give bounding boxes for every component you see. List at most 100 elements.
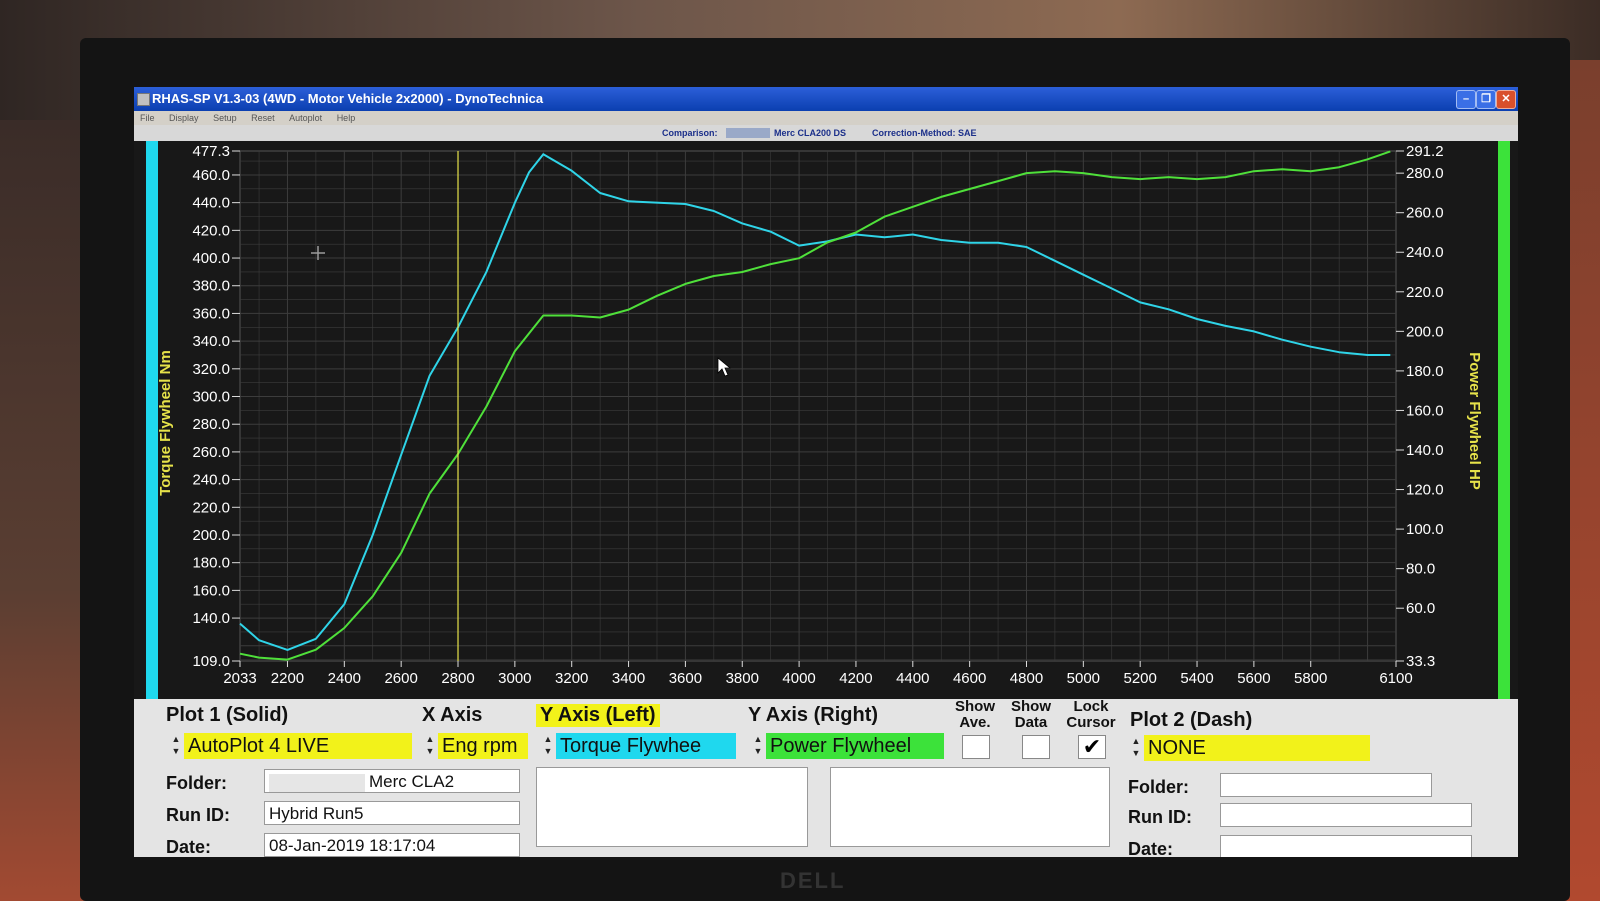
y-right-spinner[interactable]: ▲ ▼: [752, 733, 764, 759]
plot1-label: Plot 1 (Solid): [166, 704, 289, 726]
y-left-tick-label: 360.0: [192, 305, 230, 322]
folder-blur: [269, 773, 365, 792]
y-right-tick-label: 291.2: [1406, 143, 1444, 160]
y-left-tick-label: 220.0: [192, 499, 230, 516]
x-tick-label: 3400: [612, 670, 645, 687]
y-left-tick-label: 280.0: [192, 416, 230, 433]
y-left-tick-label: 200.0: [192, 527, 230, 544]
minimize-button[interactable]: –: [1456, 90, 1476, 109]
right-series-bar: [1498, 141, 1510, 699]
window-title: RHAS-SP V1.3-03 (4WD - Motor Vehicle 2x2…: [152, 91, 544, 106]
menu-autoplot[interactable]: Autoplot: [289, 113, 322, 123]
menu-help[interactable]: Help: [337, 113, 356, 123]
notes-box-left[interactable]: [536, 767, 808, 847]
menu-setup[interactable]: Setup: [213, 113, 237, 123]
menu-file[interactable]: File: [140, 113, 155, 123]
plot1-select[interactable]: AutoPlot 4 LIVE: [184, 733, 412, 759]
run-id-field[interactable]: Hybrid Run5: [264, 801, 520, 825]
folder2-field[interactable]: [1220, 773, 1432, 797]
run-id2-field[interactable]: [1220, 803, 1472, 827]
x-tick-label: 3800: [726, 670, 759, 687]
date-field[interactable]: 08-Jan-2019 18:17:04: [264, 833, 520, 857]
y-left-tick-label: 180.0: [192, 555, 230, 572]
x-tick-label: 2800: [441, 670, 474, 687]
close-button[interactable]: ✕: [1496, 90, 1516, 109]
y-right-tick-label: 180.0: [1406, 363, 1444, 380]
y-right-tick-label: 140.0: [1406, 442, 1444, 459]
lock-cursor-checkbox[interactable]: ✔: [1078, 735, 1106, 759]
y-left-tick-label: 420.0: [192, 222, 230, 239]
x-tick-label: 3000: [498, 670, 531, 687]
y-right-tick-label: 240.0: [1406, 244, 1444, 261]
y-right-tick-label: 200.0: [1406, 323, 1444, 340]
show-ave-label: Show Ave.: [955, 698, 995, 731]
y-right-tick-label: 120.0: [1406, 482, 1444, 499]
plot2-label: Plot 2 (Dash): [1130, 709, 1253, 731]
menu-display[interactable]: Display: [169, 113, 199, 123]
plot1-spinner[interactable]: ▲ ▼: [170, 733, 182, 759]
comparison-name: Merc CLA200 DS: [774, 128, 847, 138]
y-right-tick-label: 60.0: [1406, 600, 1435, 617]
x-axis-spinner[interactable]: ▲ ▼: [424, 733, 436, 759]
x-tick-label: 5000: [1067, 670, 1100, 687]
folder2-label: Folder:: [1128, 777, 1189, 797]
x-tick-label: 5200: [1123, 670, 1156, 687]
x-tick-label: 4400: [896, 670, 929, 687]
y-left-label: Y Axis (Left): [536, 704, 660, 727]
x-tick-label: 2033: [223, 670, 256, 687]
y-left-tick-label: 477.3: [192, 143, 230, 160]
date2-field[interactable]: [1220, 835, 1472, 857]
y-right-select[interactable]: Power Flywheel: [766, 733, 944, 759]
date-label: Date:: [166, 837, 212, 857]
folder-label: Folder:: [166, 773, 227, 793]
menu-bar: File Display Setup Reset Autoplot Help: [134, 111, 1518, 125]
plot2-spinner[interactable]: ▲ ▼: [1130, 735, 1142, 761]
y-left-tick-label: 320.0: [192, 361, 230, 378]
y-left-spinner[interactable]: ▲ ▼: [542, 733, 554, 759]
folder-field[interactable]: Merc CLA2: [264, 769, 520, 793]
show-data-checkbox[interactable]: [1022, 735, 1050, 759]
y-left-tick-label: 300.0: [192, 389, 230, 406]
plot2-select[interactable]: NONE: [1144, 735, 1370, 761]
y-right-tick-label: 160.0: [1406, 402, 1444, 419]
x-axis-select[interactable]: Eng rpm: [438, 733, 528, 759]
x-tick-label: 5800: [1294, 670, 1327, 687]
show-ave-checkbox[interactable]: [962, 735, 990, 759]
y-left-tick-label: 380.0: [192, 278, 230, 295]
y-left-tick-label: 240.0: [192, 472, 230, 489]
run-id2-label: Run ID:: [1128, 807, 1192, 827]
control-panel: Plot 1 (Solid) X Axis Y Axis (Left) Y Ax…: [134, 699, 1518, 857]
y-left-tick-label: 440.0: [192, 195, 230, 212]
title-bar[interactable]: RHAS-SP V1.3-03 (4WD - Motor Vehicle 2x2…: [134, 87, 1518, 111]
show-data-label: Show Data: [1011, 698, 1051, 731]
y-right-tick-label: 260.0: [1406, 205, 1444, 222]
date2-label: Date:: [1128, 839, 1174, 857]
comparison-strip: Comparison: Merc CLA200 DS Correction-Me…: [134, 125, 1518, 141]
maximize-button[interactable]: ❐: [1476, 90, 1496, 109]
y-left-tick-label: 109.0: [192, 653, 230, 670]
monitor-logo: DELL: [780, 868, 846, 893]
plot-area: [239, 150, 1397, 662]
left-axis-title: Torque Flywheel Nm: [157, 350, 174, 496]
x-tick-label: 4000: [782, 670, 815, 687]
comparison-swatch: [726, 128, 770, 138]
y-left-select[interactable]: Torque Flywhee: [556, 733, 736, 759]
lock-cursor-label: Lock Cursor: [1066, 698, 1116, 731]
correction-method: Correction-Method: SAE: [872, 128, 977, 138]
x-tick-label: 2600: [384, 670, 417, 687]
run-id-label: Run ID:: [166, 805, 230, 825]
notes-box-right[interactable]: [830, 767, 1110, 847]
x-tick-label: 4200: [839, 670, 872, 687]
menu-reset[interactable]: Reset: [251, 113, 275, 123]
dyno-chart[interactable]: 477.3 460.0 440.0 420.0 400.0 380.0 360.0 340.0…: [134, 141, 1518, 699]
x-tick-label: 2400: [328, 670, 361, 687]
y-left-tick-label: 260.0: [192, 444, 230, 461]
folder-value: Merc CLA2: [369, 772, 455, 791]
x-tick-label: 3600: [669, 670, 702, 687]
x-tick-label: 5600: [1237, 670, 1270, 687]
x-axis-label: X Axis: [422, 704, 483, 726]
application-window: RHAS-SP V1.3-03 (4WD - Motor Vehicle 2x2…: [134, 87, 1518, 857]
y-left-tick-label: 340.0: [192, 333, 230, 350]
x-tick-label: 4800: [1010, 670, 1043, 687]
y-right-tick-label: 280.0: [1406, 165, 1444, 182]
